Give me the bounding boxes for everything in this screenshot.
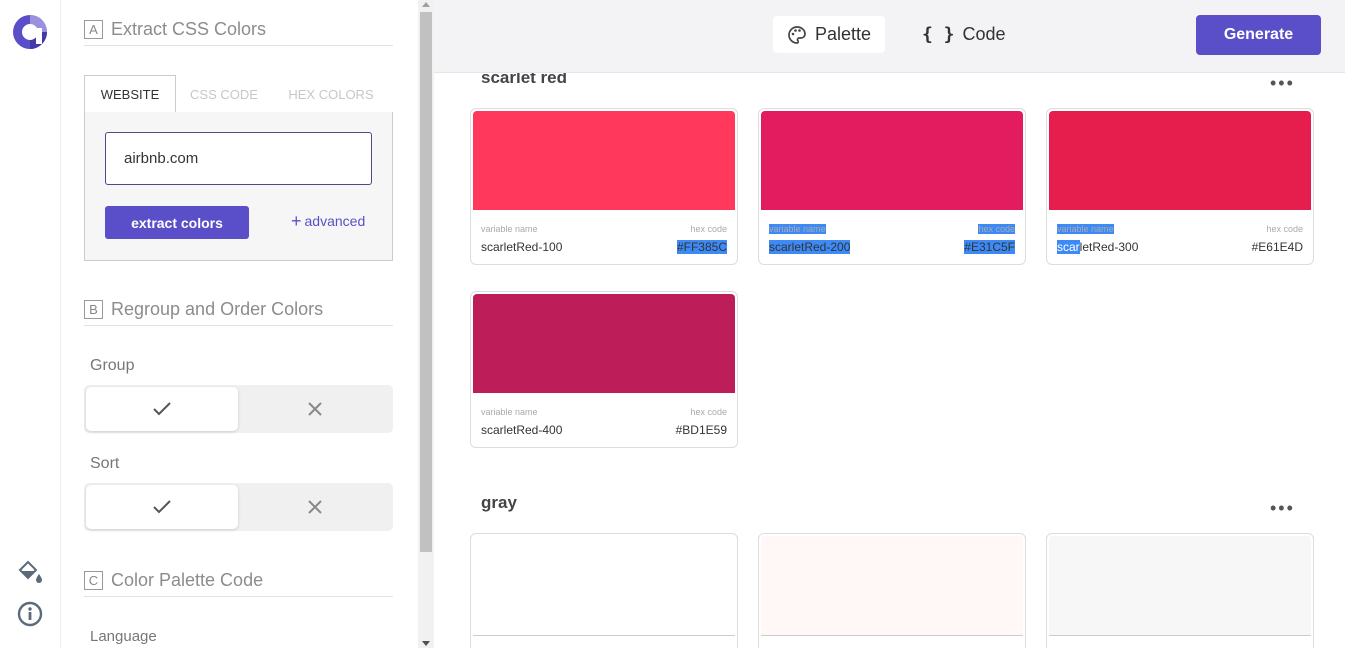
more-options-icon[interactable]: •••: [1270, 74, 1295, 92]
group-title: gray: [481, 493, 517, 512]
hex-code-value[interactable]: #FF385C: [676, 240, 727, 254]
language-label: Language: [90, 628, 157, 645]
color-swatch: [473, 111, 735, 210]
card-divider: [473, 635, 735, 636]
selected-text: scar: [1057, 240, 1080, 254]
variable-name-value[interactable]: scarletRed-200: [769, 240, 851, 254]
variable-name-value[interactable]: scarletRed-100: [481, 240, 562, 254]
sort-no-option[interactable]: [239, 485, 391, 529]
color-card[interactable]: variable name hex code scarletRed-400 #B…: [470, 291, 738, 448]
color-card[interactable]: [1046, 533, 1314, 648]
color-swatch: [1049, 536, 1311, 635]
scroll-thumb[interactable]: [420, 12, 432, 552]
variable-name-label: variable name: [481, 224, 538, 234]
paint-bucket-icon[interactable]: [16, 558, 44, 586]
group-label: Group: [90, 357, 135, 374]
palette-icon: [787, 25, 807, 45]
group-toggle: [84, 385, 393, 433]
color-card[interactable]: variable name hex code scarletRed-300 #E…: [1046, 108, 1314, 265]
card-divider: [1049, 635, 1311, 636]
section-b-header: B Regroup and Order Colors: [84, 294, 393, 326]
section-title: Color Palette Code: [111, 570, 264, 590]
website-url-input[interactable]: [105, 132, 372, 185]
top-toolbar: Palette { } Code Generate: [434, 0, 1345, 73]
color-swatch: [1049, 111, 1311, 210]
hex-code-label: hex code: [690, 407, 727, 417]
sort-label: Sort: [90, 455, 120, 472]
sort-yes-option[interactable]: [86, 485, 238, 529]
color-swatch: [473, 294, 735, 393]
extract-colors-button[interactable]: extract colors: [105, 206, 249, 239]
sort-toggle: [84, 483, 393, 531]
group-no-option[interactable]: [239, 387, 391, 431]
color-card[interactable]: variable name hex code scarletRed-200 #E…: [758, 108, 1026, 265]
tab-website[interactable]: WEBSITE: [84, 75, 176, 114]
hex-code-value[interactable]: #E31C5F: [964, 240, 1015, 254]
variable-name-value[interactable]: scarletRed-400: [481, 423, 562, 437]
variable-name-label: variable name: [481, 407, 538, 417]
card-divider: [761, 635, 1023, 636]
hex-code-value[interactable]: #E61E4D: [1252, 240, 1303, 254]
variable-name-label: variable name: [769, 224, 826, 234]
section-a-header: A Extract CSS Colors: [84, 14, 393, 46]
close-icon: [308, 402, 322, 416]
more-options-icon[interactable]: •••: [1270, 499, 1295, 517]
icon-rail: [0, 0, 61, 648]
color-card[interactable]: [470, 533, 738, 648]
settings-panel: A Extract CSS Colors WEBSITE CSS CODE HE…: [61, 0, 418, 648]
website-tab-panel: extract colors + advanced: [84, 112, 393, 261]
braces-icon: { }: [922, 24, 955, 45]
scroll-down-arrow[interactable]: [422, 641, 430, 646]
hex-code-value[interactable]: #BD1E59: [676, 423, 727, 437]
panel-scrollbar[interactable]: [418, 0, 434, 648]
check-icon: [153, 402, 171, 416]
scroll-up-arrow[interactable]: [422, 2, 430, 7]
source-tabs: WEBSITE CSS CODE HEX COLORS: [84, 75, 393, 114]
code-view-button[interactable]: { } Code: [922, 16, 1006, 53]
section-title: Regroup and Order Colors: [111, 299, 324, 319]
tab-css-code[interactable]: CSS CODE: [177, 75, 271, 114]
variable-name-label: variable name: [1057, 224, 1114, 234]
section-c-header: C Color Palette Code: [84, 565, 393, 597]
section-letter: A: [84, 20, 103, 39]
palette-label: Palette: [815, 24, 872, 44]
section-letter: B: [84, 300, 103, 319]
section-title: Extract CSS Colors: [111, 19, 267, 39]
tab-hex-colors[interactable]: HEX COLORS: [278, 75, 384, 114]
hex-code-label: hex code: [978, 224, 1015, 234]
main-content: Palette { } Code Generate scarlet red ••…: [434, 0, 1345, 648]
color-swatch: [473, 536, 735, 635]
info-icon[interactable]: [16, 600, 44, 628]
unselected-text: letRed-300: [1079, 240, 1139, 254]
color-swatch: [761, 111, 1023, 210]
color-card[interactable]: [758, 533, 1026, 648]
code-label: Code: [962, 24, 1006, 44]
variable-name-value[interactable]: scarletRed-300: [1057, 240, 1138, 254]
close-icon: [308, 500, 322, 514]
hex-code-label: hex code: [690, 224, 727, 234]
hex-code-label: hex code: [1266, 224, 1303, 234]
generate-button[interactable]: Generate: [1196, 15, 1321, 55]
group-yes-option[interactable]: [86, 387, 238, 431]
app-logo[interactable]: [12, 14, 48, 50]
advanced-label: advanced: [304, 213, 366, 229]
plus-icon: +: [291, 211, 302, 231]
section-letter: C: [84, 571, 103, 590]
color-swatch: [761, 536, 1023, 635]
palette-view-button[interactable]: Palette: [773, 16, 886, 53]
check-icon: [153, 500, 171, 514]
advanced-link[interactable]: + advanced: [291, 211, 366, 231]
color-card[interactable]: variable name hex code scarletRed-100 #F…: [470, 108, 738, 265]
